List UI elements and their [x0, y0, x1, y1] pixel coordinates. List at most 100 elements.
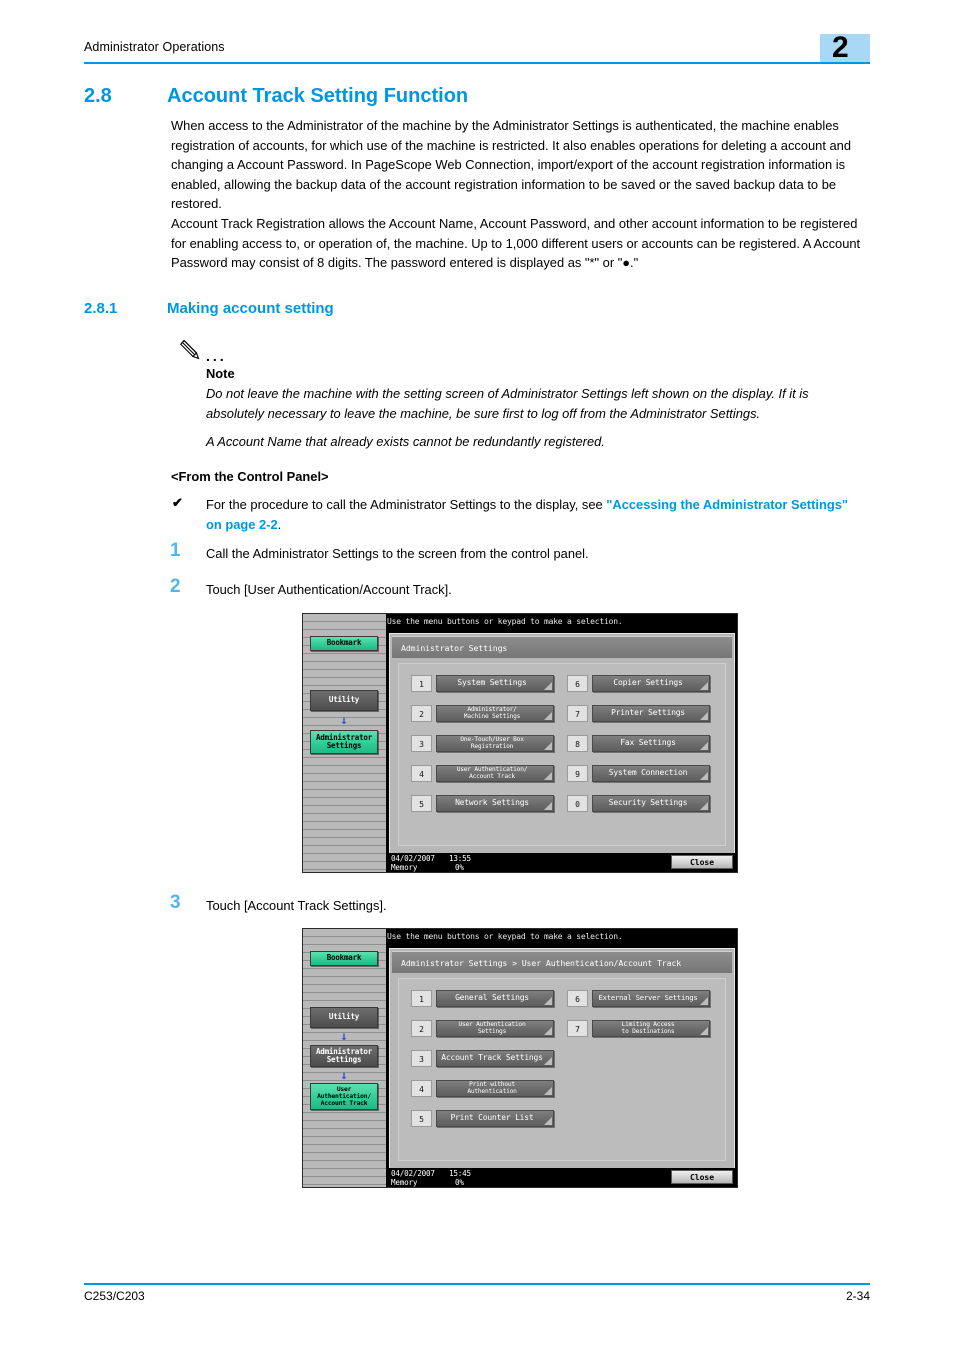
lcd-hint-1: Use the menu buttons or keypad to make a…	[387, 617, 623, 626]
breadcrumb-2: Administrator Settings > User Authentica…	[392, 951, 732, 973]
menu-button-print-without-authentication[interactable]: Print without Authentication	[436, 1080, 554, 1097]
menu-row-1-2[interactable]: 2 Administrator/ Machine Settings	[411, 705, 554, 722]
menu-button-administrator-machine-settings[interactable]: Administrator/ Machine Settings	[436, 705, 554, 722]
menu-row-1-0[interactable]: 0 Security Settings	[567, 795, 710, 812]
checkmark-icon: ✔	[172, 495, 183, 510]
section-title: Account Track Setting Function	[167, 85, 469, 107]
menu-number: 6	[567, 675, 588, 692]
step-number-2: 2	[170, 576, 181, 597]
menu-label: System Settings	[457, 678, 527, 688]
page-header: Administrator Operations 2	[84, 31, 870, 68]
status-memory-label-2: Memory	[391, 1178, 418, 1187]
rail-label: Bookmark	[326, 638, 362, 648]
menu-button-one-touch-user-box-registration[interactable]: One-Touch/User Box Registration	[436, 735, 554, 752]
menu-row-2-1[interactable]: 1 General Settings	[411, 990, 554, 1007]
menu-row-1-7[interactable]: 7 Printer Settings	[567, 705, 710, 722]
lcd-screen-1: Administrator Settings 1 System Settings …	[389, 633, 735, 855]
rail-label: Utility	[328, 1012, 360, 1022]
menu-number: 7	[567, 1020, 588, 1037]
menu-label: Limiting Access to Destinations	[621, 1020, 675, 1035]
menu-button-limiting-access-to-destinations[interactable]: Limiting Access to Destinations	[592, 1020, 710, 1037]
menu-row-2-4[interactable]: 4 Print without Authentication	[411, 1080, 554, 1097]
step-text-2: Touch [User Authentication/Account Track…	[206, 582, 452, 597]
menu-number: 3	[411, 735, 432, 752]
menu-row-1-9[interactable]: 9 System Connection	[567, 765, 710, 782]
lcd-status-bar-1: 04/02/2007 13:55 Memory 0% Close	[387, 853, 737, 872]
menu-row-2-6[interactable]: 6 External Server Settings	[567, 990, 710, 1007]
step-number-1: 1	[170, 540, 181, 561]
document-page: Administrator Operations 2 2. 8 Account T…	[0, 0, 954, 1350]
menu-button-fax-settings[interactable]: Fax Settings	[592, 735, 710, 752]
menu-label: Print Counter List	[450, 1113, 534, 1123]
status-date-2: 04/02/2007	[391, 1169, 435, 1178]
menu-number: 9	[567, 765, 588, 782]
menu-label: Fax Settings	[620, 738, 676, 748]
control-panel-subheading: <From the Control Panel>	[171, 469, 329, 484]
menu-label: Print without Authentication	[467, 1080, 517, 1095]
menu-button-general-settings[interactable]: General Settings	[436, 990, 554, 1007]
running-title: Administrator Operations	[84, 40, 225, 54]
menu-button-printer-settings[interactable]: Printer Settings	[592, 705, 710, 722]
menu-row-1-3[interactable]: 3 One-Touch/User Box Registration	[411, 735, 554, 752]
menu-label: Network Settings	[455, 798, 529, 808]
step-text-3: Touch [Account Track Settings].	[206, 898, 387, 913]
status-memory-value-2: 0%	[455, 1178, 464, 1187]
control-panel-screenshot-2: Bookmark Utility ↓ Administrator Setting…	[302, 928, 738, 1188]
close-button-1[interactable]: Close	[671, 855, 733, 869]
rail-button-utility-1[interactable]: Utility	[310, 690, 378, 711]
menu-number: 0	[567, 795, 588, 812]
menu-number: 4	[411, 765, 432, 782]
menu-number: 2	[411, 705, 432, 722]
left-rail-2: Bookmark Utility ↓ Administrator Setting…	[303, 929, 386, 1187]
menu-row-1-4[interactable]: 4 User Authentication/ Account Track	[411, 765, 554, 782]
rail-button-administrator-settings-2[interactable]: Administrator Settings	[310, 1045, 378, 1067]
rail-button-utility-2[interactable]: Utility	[310, 1007, 378, 1028]
menu-row-2-5[interactable]: 5 Print Counter List	[411, 1110, 554, 1127]
menu-row-2-2[interactable]: 2 User Authentication Settings	[411, 1020, 554, 1037]
menu-label: General Settings	[455, 993, 529, 1003]
status-time-1: 13:55	[449, 854, 471, 863]
menu-button-account-track-settings[interactable]: Account Track Settings	[436, 1050, 554, 1067]
menu-button-system-settings[interactable]: System Settings	[436, 675, 554, 692]
note-label: Note	[206, 366, 235, 381]
close-button-2[interactable]: Close	[671, 1170, 733, 1184]
menu-button-external-server-settings[interactable]: External Server Settings	[592, 990, 710, 1007]
menu-label: Account Track Settings	[441, 1053, 543, 1063]
menu-row-1-5[interactable]: 5 Network Settings	[411, 795, 554, 812]
xref-post: .	[277, 516, 282, 532]
status-memory-label-1: Memory	[391, 863, 418, 872]
xref-pre: For the procedure to call the Administra…	[206, 497, 607, 512]
menu-button-network-settings[interactable]: Network Settings	[436, 795, 554, 812]
menu-number: 1	[411, 675, 432, 692]
footer-rule	[84, 1283, 870, 1285]
menu-row-1-8[interactable]: 8 Fax Settings	[567, 735, 710, 752]
menu-number: 8	[567, 735, 588, 752]
menu-row-1-6[interactable]: 6 Copier Settings	[567, 675, 710, 692]
menu-label: External Server Settings	[598, 993, 698, 1003]
menu-number: 1	[411, 990, 432, 1007]
menu-row-1-1[interactable]: 1 System Settings	[411, 675, 554, 692]
status-time-2: 15:45	[449, 1169, 471, 1178]
subsection-number: 2.8.1	[84, 300, 118, 317]
menu-button-security-settings[interactable]: Security Settings	[592, 795, 710, 812]
down-arrow-icon-2a: ↓	[340, 1029, 348, 1043]
menu-button-user-authentication-settings[interactable]: User Authentication Settings	[436, 1020, 554, 1037]
note-dots: ...	[206, 348, 227, 364]
left-rail-1: Bookmark Utility ↓ Administrator Setting…	[303, 614, 386, 872]
rail-button-administrator-settings-1[interactable]: Administrator Settings	[310, 730, 378, 754]
rail-button-bookmark-1[interactable]: Bookmark	[310, 636, 378, 651]
menu-area-1: 1 System Settings 2 Administrator/ Machine…	[398, 663, 726, 846]
rail-button-user-authentication-account-track-2[interactable]: User Authentication/ Account Track	[310, 1083, 378, 1110]
footer-page-number: 2-34	[845, 1289, 870, 1303]
menu-number: 4	[411, 1080, 432, 1097]
menu-button-copier-settings[interactable]: Copier Settings	[592, 675, 710, 692]
menu-button-print-counter-list[interactable]: Print Counter List	[436, 1110, 554, 1127]
menu-button-system-connection[interactable]: System Connection	[592, 765, 710, 782]
menu-label: Printer Settings	[611, 708, 685, 718]
menu-row-2-3[interactable]: 3 Account Track Settings	[411, 1050, 554, 1067]
rail-label: Administrator Settings	[315, 1046, 373, 1064]
menu-button-user-authentication-account-track[interactable]: User Authentication/ Account Track	[436, 765, 554, 782]
rail-button-bookmark-2[interactable]: Bookmark	[310, 951, 378, 966]
menu-label: Administrator/ Machine Settings	[463, 705, 521, 720]
menu-row-2-7[interactable]: 7 Limiting Access to Destinations	[567, 1020, 710, 1037]
